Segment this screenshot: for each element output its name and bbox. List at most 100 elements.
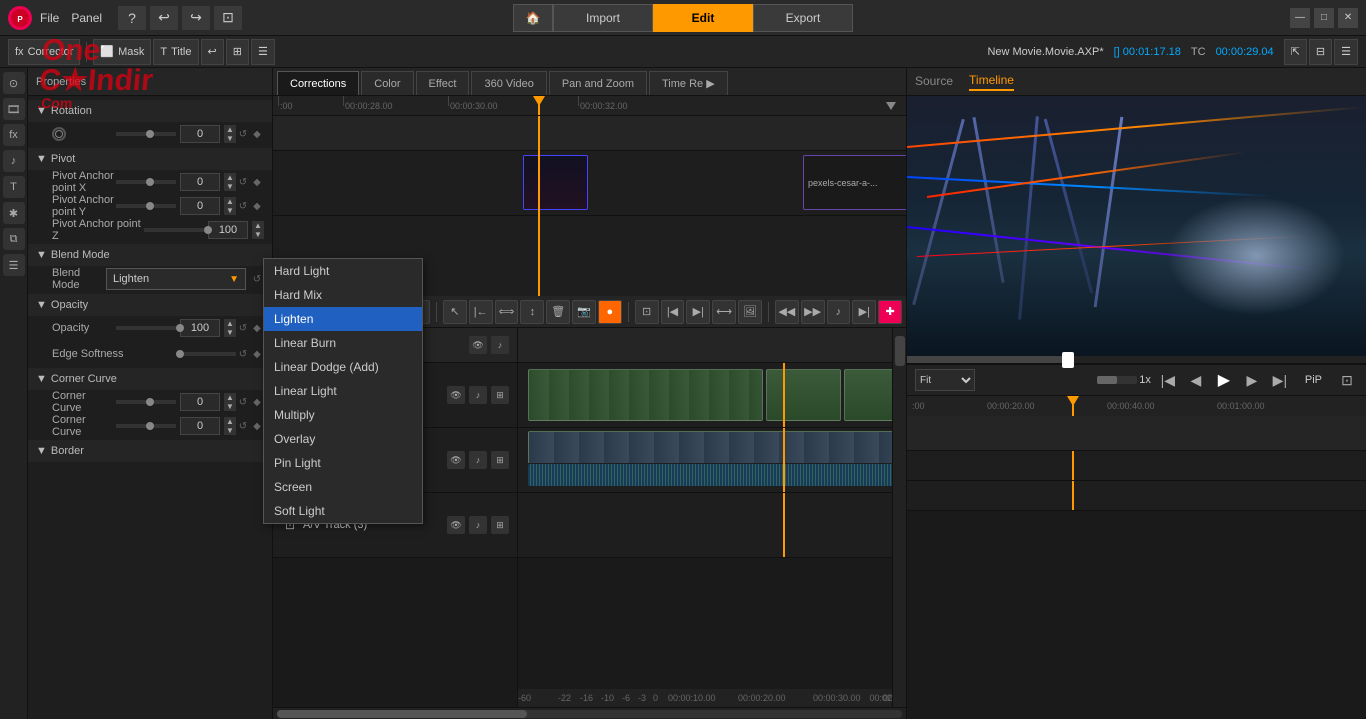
track2-vis-btn[interactable]: 👁 xyxy=(447,451,465,469)
clip-overlay-2[interactable]: pexels-cesar-a-... xyxy=(803,155,906,210)
source-btn[interactable]: ⊟ xyxy=(1309,39,1332,65)
track-tool-delete[interactable]: 🗑 xyxy=(546,300,570,324)
pivot-x-input[interactable]: 0 xyxy=(180,173,220,191)
track1-expand-btn[interactable]: ⊞ xyxy=(491,386,509,404)
ruler-scroll-btn[interactable] xyxy=(884,98,898,115)
menu-panel[interactable]: Panel xyxy=(71,11,102,25)
track-tool-insert[interactable]: ↕ xyxy=(520,300,544,324)
sidebar-btn-timeline[interactable]: ☰ xyxy=(3,254,25,276)
rotation-header[interactable]: ▼ Rotation xyxy=(28,100,272,122)
nav-home-btn[interactable]: 🏠 xyxy=(513,4,553,32)
blend-item-multiply[interactable]: Multiply xyxy=(264,403,422,427)
track-tool-go-end[interactable]: ▶| xyxy=(686,300,710,324)
opacity-slider[interactable] xyxy=(116,326,176,330)
pivot-header[interactable]: ▼ Pivot xyxy=(28,148,272,170)
pivot-z-input[interactable]: 100 xyxy=(208,221,248,239)
corner-curve-input1[interactable]: 0 xyxy=(180,393,220,411)
preview-progress-bar[interactable] xyxy=(907,356,1366,364)
toolbar-icon1[interactable]: ↩ xyxy=(201,39,224,65)
video-clip-1c[interactable] xyxy=(844,369,892,421)
opacity-header[interactable]: ▼ Opacity xyxy=(28,294,272,316)
blend-mode-header[interactable]: ▼ Blend Mode xyxy=(28,244,272,266)
video-clip-2a[interactable] xyxy=(528,431,892,463)
pivot-z-up[interactable]: ▲ xyxy=(252,221,264,230)
scroll-thumb-h[interactable] xyxy=(277,710,527,718)
border-header[interactable]: ▼ Border xyxy=(28,440,272,462)
blend-item-overlay[interactable]: Overlay xyxy=(264,427,422,451)
track-tool-cursor[interactable]: ↖ xyxy=(443,300,467,324)
rotation-reset-icon[interactable] xyxy=(52,127,66,141)
blend-item-pin-light[interactable]: Pin Light xyxy=(264,451,422,475)
corner-curve-reset1[interactable]: ↺ xyxy=(236,395,250,409)
pivot-y-slider[interactable] xyxy=(116,204,176,208)
blend-item-lighten[interactable]: Lighten xyxy=(264,307,422,331)
opacity-input[interactable]: 100 xyxy=(180,319,220,337)
toolbar-effects[interactable]: fx Corrector xyxy=(8,39,80,65)
video-clip-1b[interactable] xyxy=(766,369,841,421)
track-tool-expand[interactable]: ⟷ xyxy=(712,300,736,324)
corner-curve-down1[interactable]: ▼ xyxy=(224,402,236,411)
sidebar-btn-export[interactable]: ✱ xyxy=(3,202,25,224)
track-tool-marker[interactable]: ● xyxy=(598,300,622,324)
pivot-y-anim[interactable]: ◆ xyxy=(250,199,264,213)
opacity-reset[interactable]: ↺ xyxy=(236,321,250,335)
ctrl-play[interactable]: ▶ xyxy=(1213,369,1235,391)
rotation-down[interactable]: ▼ xyxy=(224,134,236,143)
blend-item-linear-dodge[interactable]: Linear Dodge (Add) xyxy=(264,355,422,379)
corner-curve-input2[interactable]: 0 xyxy=(180,417,220,435)
edge-softness-reset[interactable]: ↺ xyxy=(236,347,250,361)
speed-bar[interactable] xyxy=(1097,376,1137,384)
sidebar-btn-home[interactable]: ⊙ xyxy=(3,72,25,94)
corner-curve-up2[interactable]: ▲ xyxy=(224,417,236,426)
solo-vis-btn[interactable]: 👁 xyxy=(469,336,487,354)
tab-time-re[interactable]: Time Re ▶ xyxy=(649,71,728,95)
track-tool-cut[interactable]: |← xyxy=(469,300,493,324)
track-tool-select[interactable]: ⊡ xyxy=(635,300,659,324)
pivot-y-reset[interactable]: ↺ xyxy=(236,199,250,213)
solo-audio-btn[interactable]: ♪ xyxy=(491,336,509,354)
expand-btn[interactable]: ⇱ xyxy=(1284,39,1307,65)
track1-vis-btn[interactable]: 👁 xyxy=(447,386,465,404)
ctrl-go-end[interactable]: ▶| xyxy=(1269,369,1291,391)
win-maximize[interactable]: □ xyxy=(1314,8,1334,28)
sidebar-btn-media[interactable]: 🎞 xyxy=(3,98,25,120)
sidebar-btn-title[interactable]: T xyxy=(3,176,25,198)
track-tool-camera[interactable]: 📷 xyxy=(572,300,596,324)
rotation-slider[interactable] xyxy=(116,132,176,136)
corner-curve-up1[interactable]: ▲ xyxy=(224,393,236,402)
blend-item-linear-burn[interactable]: Linear Burn xyxy=(264,331,422,355)
menu-file[interactable]: File xyxy=(40,11,59,25)
edge-softness-anim[interactable]: ◆ xyxy=(250,347,264,361)
progress-thumb[interactable] xyxy=(1062,352,1074,368)
nav-export-btn[interactable]: Export xyxy=(753,4,853,32)
blend-item-hard-mix[interactable]: Hard Mix xyxy=(264,283,422,307)
toolbar-icon3[interactable]: ☰ xyxy=(251,39,275,65)
nav-import-btn[interactable]: Import xyxy=(553,4,653,32)
corner-curve-down2[interactable]: ▼ xyxy=(224,426,236,435)
edge-softness-slider[interactable] xyxy=(176,352,236,356)
track2-audio-btn[interactable]: ♪ xyxy=(469,451,487,469)
track-tool-go-start[interactable]: |◀ xyxy=(661,300,685,324)
track3-expand-btn[interactable]: ⊞ xyxy=(491,516,509,534)
opacity-down[interactable]: ▼ xyxy=(224,328,236,337)
toolbar-mask[interactable]: ⬜ Mask xyxy=(93,39,151,65)
corner-curve-slider1[interactable] xyxy=(116,400,176,404)
rotation-input[interactable]: 0 xyxy=(180,125,220,143)
corner-curve-anim2[interactable]: ◆ xyxy=(250,419,264,433)
ctrl-next-frame[interactable]: ▶ xyxy=(1241,369,1263,391)
preview-tab-timeline[interactable]: Timeline xyxy=(969,73,1014,91)
toolbar-title[interactable]: T Title xyxy=(153,39,198,65)
audio-wave-2a[interactable] xyxy=(528,464,892,486)
corner-curve-reset2[interactable]: ↺ xyxy=(236,419,250,433)
pivot-z-down[interactable]: ▼ xyxy=(252,230,264,239)
ctrl-fullscreen[interactable]: ⊡ xyxy=(1336,369,1358,391)
rotation-anim-btn[interactable]: ◆ xyxy=(250,127,264,141)
rotation-up[interactable]: ▲ xyxy=(224,125,236,134)
rotation-reset-btn[interactable]: ↺ xyxy=(236,127,250,141)
toolbar-save[interactable]: ⊡ xyxy=(214,6,242,30)
pivot-z-slider[interactable] xyxy=(144,228,204,232)
corner-curve-anim1[interactable]: ◆ xyxy=(250,395,264,409)
win-close[interactable]: ✕ xyxy=(1338,8,1358,28)
blend-item-soft-light[interactable]: Soft Light xyxy=(264,499,422,523)
video-clip-1a[interactable] xyxy=(528,369,763,421)
